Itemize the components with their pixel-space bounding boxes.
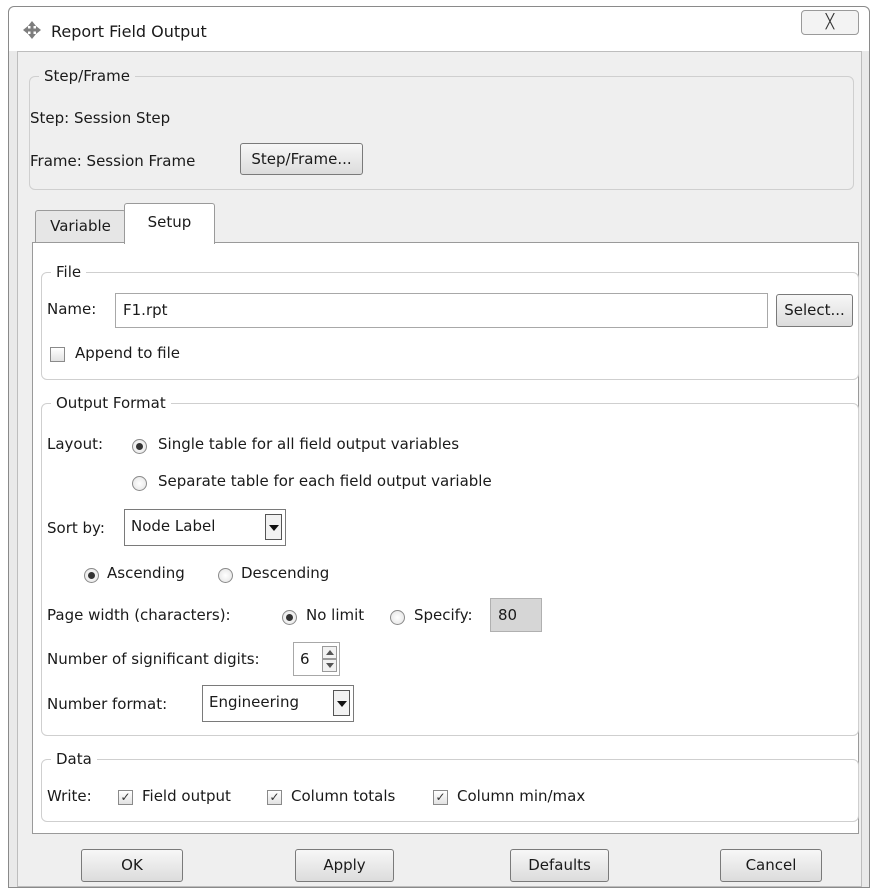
sort-by-value: Node Label	[131, 517, 216, 535]
ascending-radio[interactable]	[84, 568, 99, 583]
page-width-no-limit-label: No limit	[306, 606, 365, 624]
ok-button-label: OK	[121, 856, 143, 874]
step-frame-group: Step/Frame Step: Session Step Frame: Ses…	[29, 67, 854, 190]
check-icon: ✓	[269, 790, 280, 804]
significant-digits-spinner[interactable]: 6	[293, 642, 340, 676]
defaults-button[interactable]: Defaults	[510, 849, 609, 882]
page-width-value: 80	[498, 606, 518, 624]
data-group: Data Write: ✓ Field output ✓ Column tota…	[41, 750, 859, 822]
check-icon: ✓	[120, 790, 131, 804]
apply-button[interactable]: Apply	[295, 849, 394, 882]
frame-text: Frame: Session Frame	[30, 152, 196, 170]
descending-radio[interactable]	[218, 568, 233, 583]
column-min-max-label: Column min/max	[457, 787, 586, 805]
append-to-file-label: Append to file	[75, 344, 180, 362]
file-group-label: File	[51, 263, 87, 281]
ok-button[interactable]: OK	[81, 849, 183, 882]
name-label: Name:	[47, 300, 97, 318]
tab-setup[interactable]: Setup	[124, 203, 215, 244]
significant-digits-label: Number of significant digits:	[47, 650, 260, 668]
tab-setup-label: Setup	[147, 213, 192, 231]
number-format-dropdown[interactable]: Engineering	[202, 685, 354, 722]
output-format-group: Output Format Layout: Single table for a…	[41, 394, 859, 736]
report-field-output-dialog: Report Field Output ╳ Step/Frame Step: S…	[8, 6, 870, 888]
output-format-group-label: Output Format	[51, 394, 171, 412]
number-format-label: Number format:	[47, 695, 168, 713]
defaults-button-label: Defaults	[528, 856, 591, 874]
ascending-label: Ascending	[107, 564, 185, 582]
significant-digits-value: 6	[300, 650, 310, 668]
column-min-max-checkbox[interactable]: ✓	[433, 790, 448, 805]
page-width-input[interactable]: 80	[490, 598, 542, 632]
close-icon: ╳	[825, 14, 835, 30]
apply-button-label: Apply	[323, 856, 366, 874]
spinner-down-icon[interactable]	[322, 659, 337, 672]
step-frame-button-label: Step/Frame...	[251, 150, 352, 168]
sort-by-label: Sort by:	[47, 519, 105, 537]
column-totals-label: Column totals	[291, 787, 396, 805]
tab-variable-label: Variable	[50, 217, 111, 235]
close-button[interactable]: ╳	[801, 10, 859, 35]
column-totals-checkbox[interactable]: ✓	[267, 790, 282, 805]
chevron-down-icon	[265, 514, 282, 540]
data-group-label: Data	[51, 750, 97, 768]
page-width-no-limit-radio[interactable]	[282, 610, 297, 625]
layout-separate-table-label: Separate table for each field output var…	[158, 472, 492, 490]
page-width-specify-label: Specify:	[414, 606, 473, 624]
file-name-value: F1.rpt	[123, 301, 168, 319]
file-name-input[interactable]: F1.rpt	[115, 293, 768, 328]
write-label: Write:	[47, 787, 92, 805]
step-frame-group-label: Step/Frame	[39, 67, 135, 85]
setup-tab-panel: File Name: F1.rpt Select... Append to fi…	[32, 242, 859, 834]
spinner-up-icon[interactable]	[322, 646, 337, 659]
layout-separate-table-radio[interactable]	[132, 476, 147, 491]
field-output-checkbox[interactable]: ✓	[118, 790, 133, 805]
cancel-button[interactable]: Cancel	[720, 849, 822, 882]
tab-variable[interactable]: Variable	[35, 210, 126, 242]
layout-single-table-label: Single table for all field output variab…	[158, 435, 460, 453]
title-bar[interactable]: Report Field Output ╳	[9, 7, 869, 51]
step-text: Step: Session Step	[30, 109, 171, 127]
sort-by-dropdown[interactable]: Node Label	[124, 509, 286, 546]
cancel-button-label: Cancel	[745, 856, 797, 874]
step-frame-button[interactable]: Step/Frame...	[240, 143, 363, 175]
page-width-label: Page width (characters):	[47, 606, 231, 624]
select-file-button[interactable]: Select...	[776, 294, 853, 327]
number-format-value: Engineering	[209, 693, 299, 711]
page-width-specify-radio[interactable]	[390, 610, 405, 625]
layout-single-table-radio[interactable]	[132, 439, 147, 454]
field-output-label: Field output	[142, 787, 231, 805]
append-to-file-checkbox[interactable]	[50, 347, 65, 362]
descending-label: Descending	[241, 564, 330, 582]
window-title: Report Field Output	[51, 22, 207, 41]
check-icon: ✓	[435, 790, 446, 804]
file-group: File Name: F1.rpt Select... Append to fi…	[41, 263, 859, 380]
dialog-client-area: Step/Frame Step: Session Step Frame: Ses…	[17, 51, 862, 887]
chevron-down-icon	[333, 690, 350, 716]
move-cross-icon	[23, 21, 41, 39]
select-button-label: Select...	[784, 301, 845, 319]
layout-label: Layout:	[47, 435, 104, 453]
